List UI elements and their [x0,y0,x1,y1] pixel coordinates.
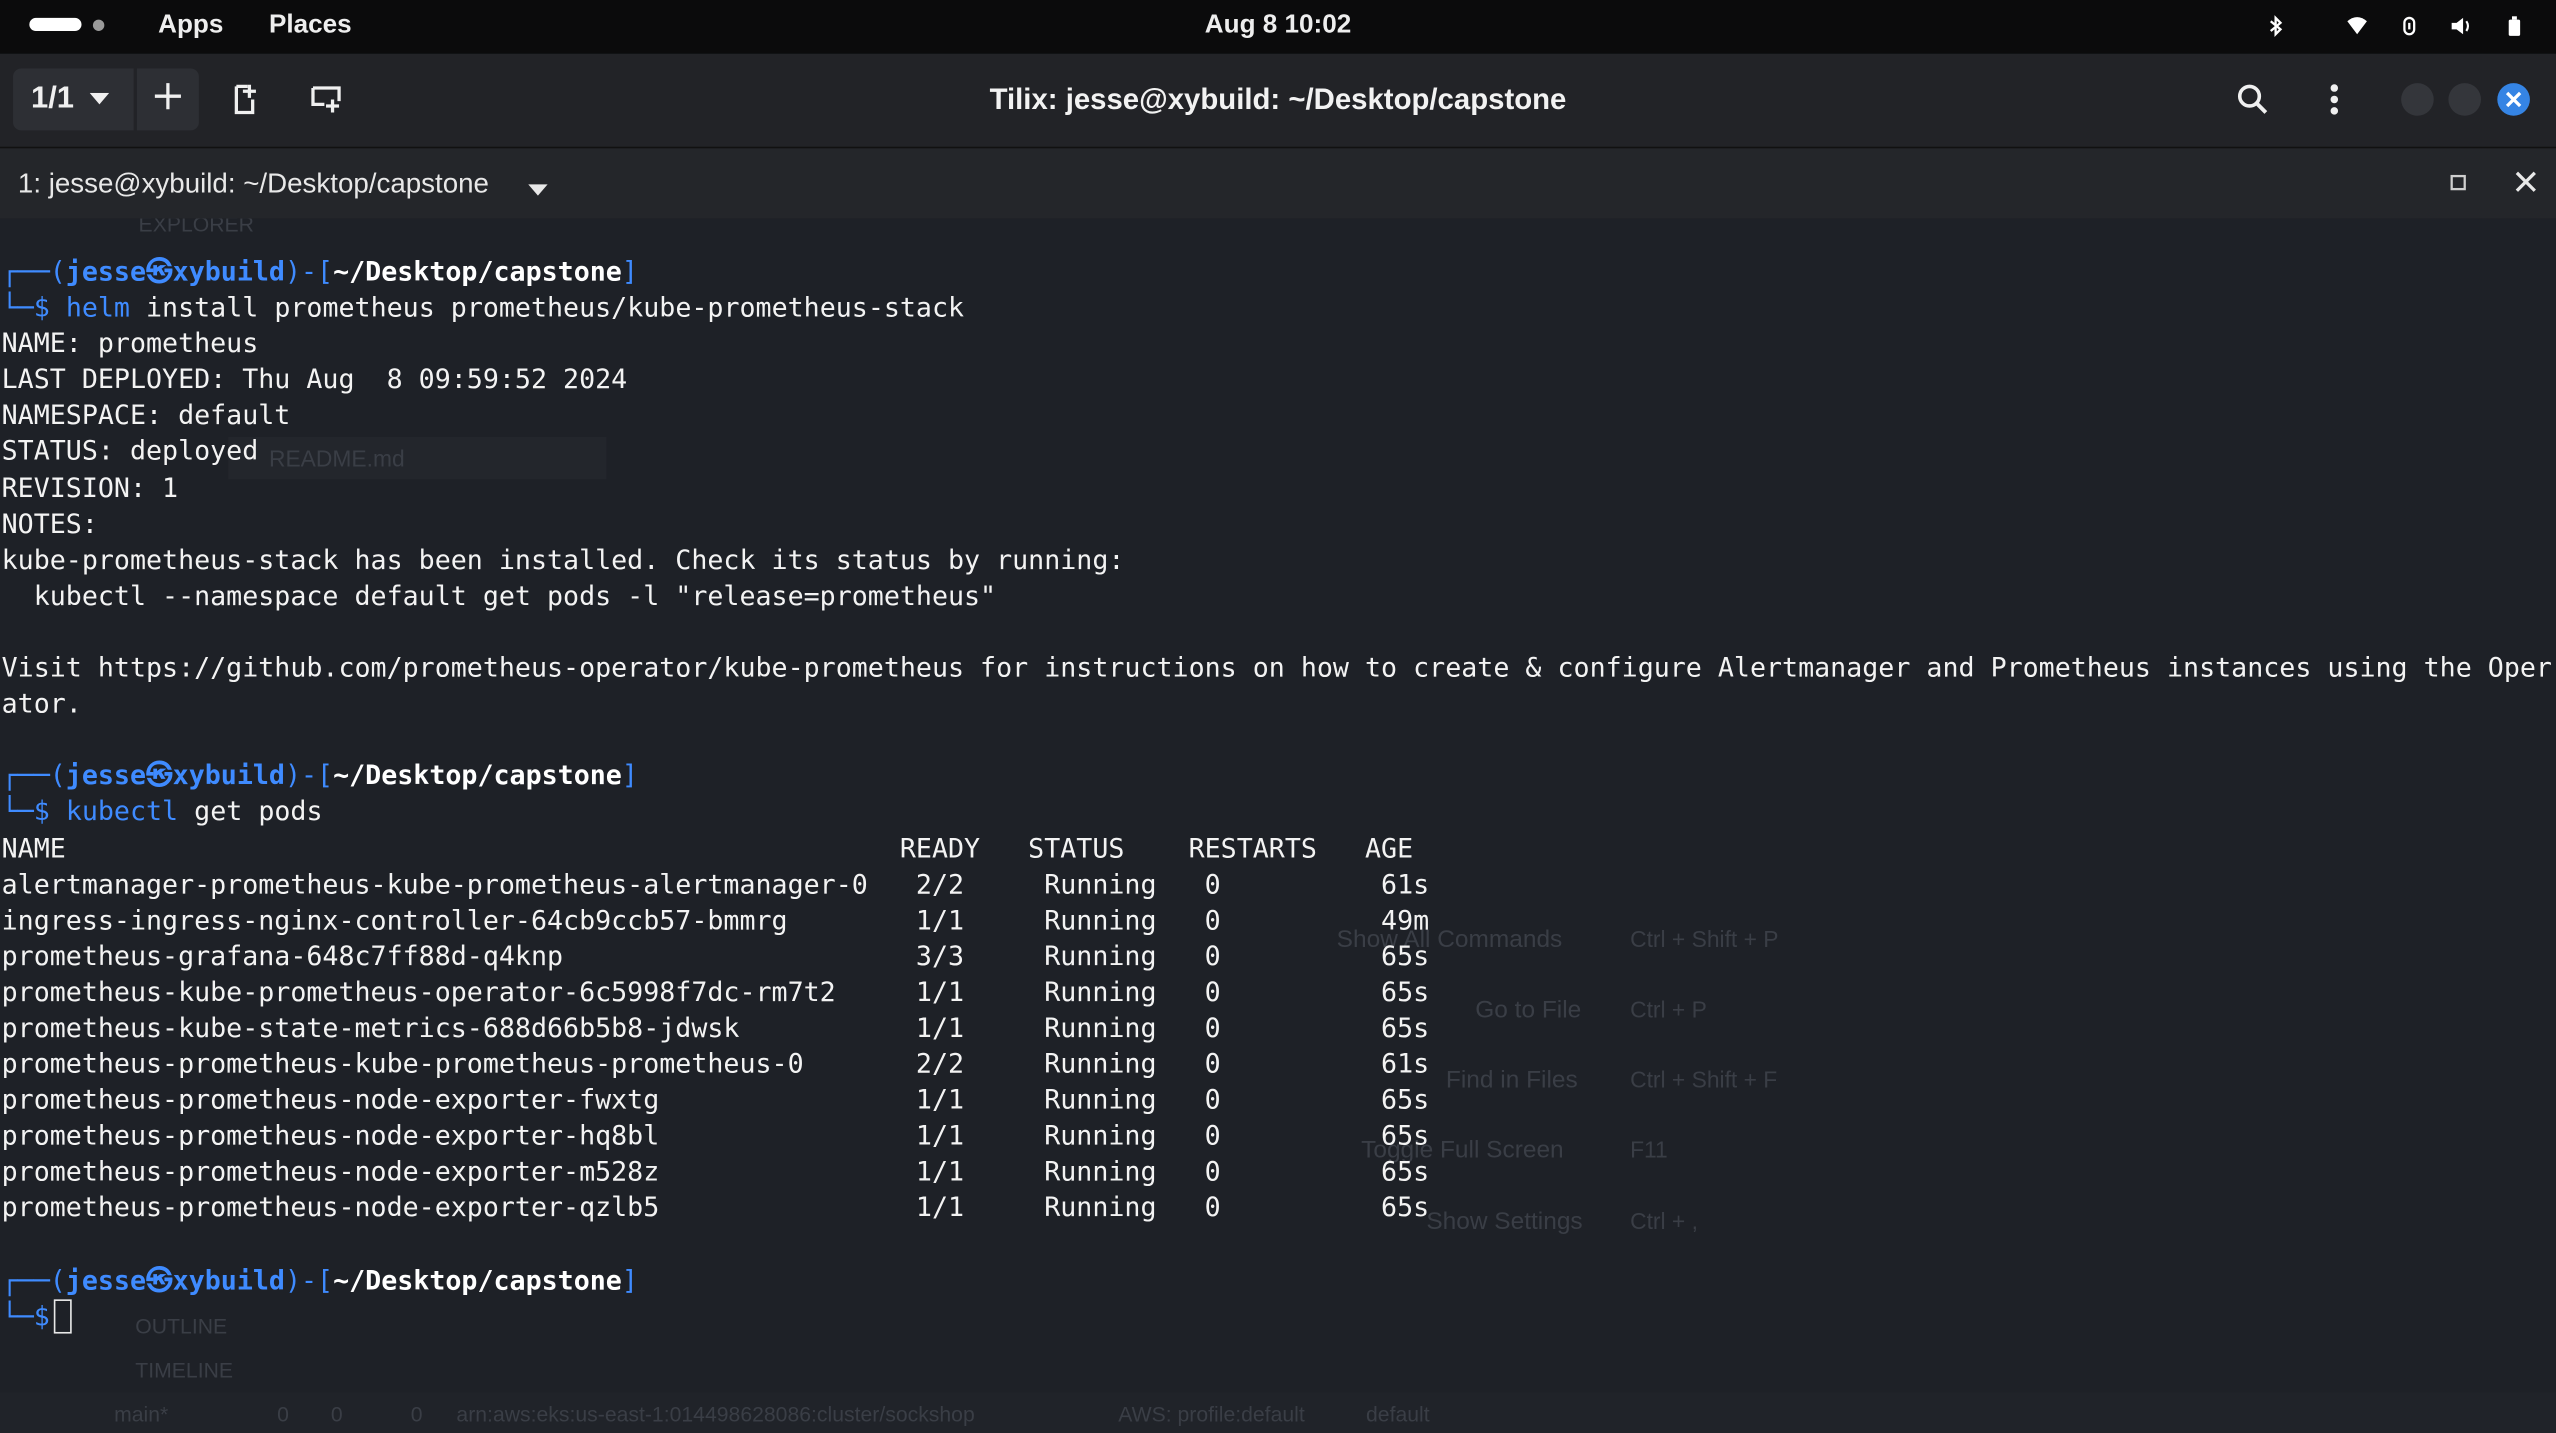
ghost-status-warnings: 0 [330,1402,343,1427]
activities-indicator[interactable] [29,17,105,31]
output-line: NAME: prometheus [1,327,259,359]
plus-icon [153,81,182,118]
workspace-dot [92,18,105,31]
prompt-line: ┌──(jesse㉿xybuild)-[~/Desktop/capstone] [1,760,638,792]
workspace-active-pill [29,17,82,31]
minimize-button[interactable] [2401,83,2434,116]
close-window-button[interactable] [2497,83,2530,116]
text-cursor [53,1298,71,1334]
ghost-status-branch: main* [114,1402,169,1427]
chevron-down-icon[interactable] [528,176,548,205]
apps-menu[interactable]: Apps [158,11,223,40]
command-line: └─$ kubectl get pods [1,796,323,828]
ghost-status-errors: 0 [277,1402,289,1427]
close-icon [2505,91,2522,108]
split-right-icon[interactable] [228,82,264,118]
output-line: NOTES: [1,508,98,540]
system-top-bar: Apps Places Aug 8 10:02 [0,0,2556,54]
output-line: kube-prometheus-stack has been installed… [1,544,1125,576]
ghost-status-aws: AWS: profile:default [1118,1402,1305,1427]
close-terminal-icon[interactable] [2514,170,2538,194]
table-row: prometheus-kube-prometheus-operator-6c59… [1,976,1430,1008]
search-icon[interactable] [2235,82,2271,118]
ghost-status-arn: arn:aws:eks:us-east-1:014498628086:clust… [456,1402,975,1427]
vpn-shield-icon[interactable] [2396,13,2422,39]
volume-icon[interactable] [2448,13,2474,39]
table-row: prometheus-grafana-648c7ff88d-q4knp 3/3 … [1,940,1430,972]
clock[interactable]: Aug 8 10:02 [1205,11,1351,39]
command-line: └─$ helm install prometheus prometheus/k… [1,291,965,323]
maximize-button[interactable] [2448,83,2482,116]
kebab-menu-icon[interactable] [2316,82,2352,118]
terminal-viewport[interactable]: EXPLORER README.md Show All Commands Ctr… [0,218,2556,1433]
output-line: kubectl --namespace default get pods -l … [1,580,997,612]
chevron-down-icon [90,85,110,114]
system-tray[interactable] [2236,13,2526,39]
terminal-output: ┌──(jesse㉿xybuild)-[~/Desktop/capstone] … [2,254,2552,1335]
output-line: NAMESPACE: default [1,400,291,432]
terminal-title[interactable]: 1: jesse@xybuild: ~/Desktop/capstone [18,168,489,201]
window-title: Tilix: jesse@xybuild: ~/Desktop/capstone [989,83,1567,116]
output-line: Visit https://github.com/prometheus-oper… [1,652,2552,684]
ghost-explorer-label: EXPLORER [138,218,254,237]
add-session-button[interactable] [136,68,199,131]
bluetooth-icon[interactable] [2263,13,2289,39]
table-row: prometheus-prometheus-kube-prometheus-pr… [1,1048,1430,1080]
table-row: prometheus-kube-state-metrics-688d66b5b8… [1,1012,1430,1044]
wifi-icon[interactable] [2344,13,2370,39]
table-row: prometheus-prometheus-node-exporter-m528… [1,1156,1430,1188]
output-line: STATUS: deployed [1,436,259,468]
prompt-line: ┌──(jesse㉿xybuild)-[~/Desktop/capstone] [1,1264,638,1296]
table-header: NAME READY STATUS RESTARTS AGE [1,832,1414,864]
ghost-status-default: default [1366,1402,1430,1427]
maximize-terminal-icon[interactable] [2448,171,2468,191]
table-row: prometheus-prometheus-node-exporter-hq8b… [1,1120,1430,1152]
clock-container: Aug 8 10:02 [0,11,2556,40]
battery-icon[interactable] [2501,13,2527,39]
ghost-status-ports: 0 [410,1402,423,1427]
terminal-title-bar: 1: jesse@xybuild: ~/Desktop/capstone [0,148,2556,221]
session-switcher-button[interactable]: 1/1 [13,68,134,131]
output-line: LAST DEPLOYED: Thu Aug 8 09:59:52 2024 [1,364,628,395]
output-line: REVISION: 1 [1,472,179,504]
table-row: prometheus-prometheus-node-exporter-qzlb… [1,1192,1430,1224]
table-row: prometheus-prometheus-node-exporter-fwxt… [1,1084,1430,1116]
output-line: ator. [1,688,82,720]
session-count: 1/1 [30,81,75,116]
places-menu[interactable]: Places [269,11,352,40]
table-row: ingress-ingress-nginx-controller-64cb9cc… [1,904,1430,936]
ghost-timeline: TIMELINE [135,1358,234,1383]
input-line[interactable]: └─$ [2,1298,2552,1335]
table-row: alertmanager-prometheus-kube-prometheus-… [1,868,1430,900]
split-down-icon[interactable] [308,82,344,118]
prompt-line: ┌──(jesse㉿xybuild)-[~/Desktop/capstone] [1,255,638,287]
